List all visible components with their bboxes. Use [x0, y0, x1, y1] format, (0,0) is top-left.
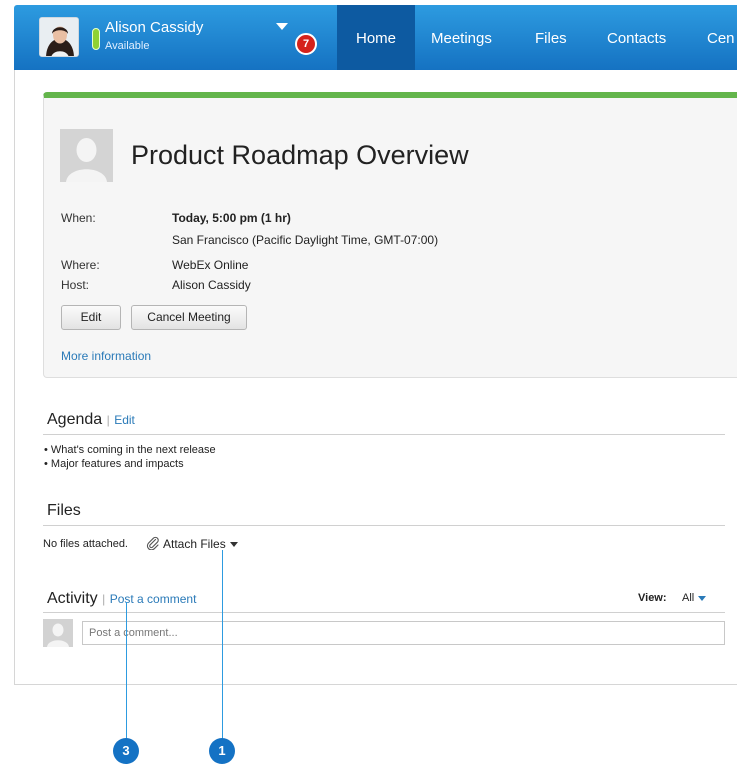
when-label: When: — [61, 211, 96, 225]
attach-files-link[interactable]: Attach Files — [163, 537, 238, 551]
page-frame-left-border — [14, 70, 15, 685]
callout-1-leader-line — [222, 550, 223, 740]
agenda-divider — [43, 434, 725, 435]
agenda-section-title: Agenda | Edit — [47, 411, 135, 429]
activity-separator: | — [102, 592, 106, 606]
comment-input[interactable] — [82, 621, 725, 645]
host-value: Alison Cassidy — [172, 278, 251, 292]
where-value: WebEx Online — [172, 258, 249, 272]
view-filter-chevron-down-icon[interactable] — [698, 595, 707, 601]
when-value: Today, 5:00 pm (1 hr) — [172, 211, 291, 225]
callout-badge-1: 1 — [209, 738, 235, 764]
tab-meetings[interactable]: Meetings — [412, 5, 511, 70]
cancel-meeting-button[interactable]: Cancel Meeting — [131, 305, 247, 330]
activity-divider — [43, 612, 725, 613]
attach-files-label: Attach Files — [163, 537, 226, 551]
user-avatar[interactable] — [39, 17, 79, 57]
user-photo-icon — [40, 18, 78, 56]
presence-indicator — [92, 28, 100, 50]
top-navigation-bar: Alison Cassidy Available 7 Home Meetings… — [14, 5, 737, 70]
timezone-value: San Francisco (Pacific Daylight Time, GM… — [172, 233, 439, 247]
tab-home[interactable]: Home — [337, 5, 416, 70]
agenda-edit-link[interactable]: Edit — [114, 413, 135, 427]
edit-meeting-button[interactable]: Edit — [61, 305, 121, 330]
post-comment-link[interactable]: Post a comment — [110, 592, 197, 606]
view-filter-dropdown[interactable]: All — [682, 592, 707, 604]
person-placeholder-icon — [43, 619, 73, 647]
no-files-text: No files attached. — [43, 538, 128, 550]
view-filter-label: View: — [638, 592, 667, 604]
meeting-host-avatar — [60, 129, 113, 182]
paperclip-icon — [146, 536, 159, 550]
person-placeholder-icon — [60, 129, 113, 182]
meeting-title: Product Roadmap Overview — [131, 140, 469, 170]
user-status: Available — [105, 40, 150, 52]
agenda-item: • Major features and impacts — [44, 458, 184, 470]
attach-files-chevron-down-icon[interactable] — [229, 542, 238, 548]
commenter-avatar — [43, 619, 73, 647]
files-section-title: Files — [47, 502, 81, 519]
activity-section-title: Activity | Post a comment — [47, 590, 196, 608]
user-menu-chevron-down-icon[interactable] — [276, 23, 288, 30]
user-name[interactable]: Alison Cassidy — [105, 19, 203, 36]
more-information-link[interactable]: More information — [61, 349, 151, 363]
agenda-title: Agenda — [47, 411, 103, 428]
tab-cen[interactable]: Cen — [688, 5, 737, 70]
callout-badge-3: 3 — [113, 738, 139, 764]
host-label: Host: — [61, 278, 90, 292]
tab-contacts[interactable]: Contacts — [588, 5, 685, 70]
notification-badge[interactable]: 7 — [295, 33, 317, 55]
where-label: Where: — [61, 258, 100, 272]
view-filter-value: All — [682, 592, 695, 604]
tab-files[interactable]: Files — [516, 5, 586, 70]
page-frame-bottom-border — [14, 684, 737, 685]
callout-3-leader-line — [126, 602, 127, 740]
activity-title: Activity — [47, 590, 98, 607]
agenda-separator: | — [106, 413, 110, 427]
files-divider — [43, 525, 725, 526]
agenda-item: • What's coming in the next release — [44, 444, 216, 456]
